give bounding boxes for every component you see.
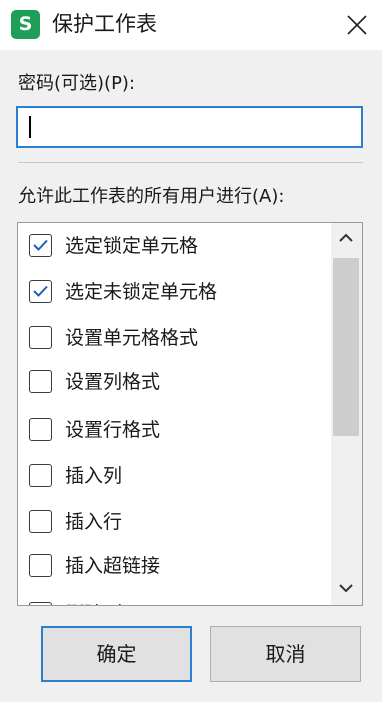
checkbox[interactable] bbox=[29, 326, 52, 349]
list-item-label: 插入行 bbox=[65, 511, 123, 533]
scrollbar-thumb[interactable] bbox=[333, 258, 359, 436]
list-item[interactable]: 选定未锁定单元格 bbox=[18, 269, 330, 315]
list-item-label: 选定锁定单元格 bbox=[65, 235, 199, 257]
checkbox[interactable] bbox=[29, 464, 52, 487]
divider bbox=[18, 162, 363, 163]
chevron-up-icon bbox=[339, 233, 353, 242]
list-item[interactable]: 设置列格式 bbox=[18, 359, 330, 405]
checkmark-icon bbox=[33, 239, 48, 251]
list-item[interactable]: 删除列 bbox=[18, 591, 330, 605]
list-item-label: 设置单元格格式 bbox=[65, 327, 199, 349]
checkbox[interactable] bbox=[29, 602, 52, 605]
list-item[interactable]: 设置单元格格式 bbox=[18, 315, 330, 361]
checkbox[interactable] bbox=[29, 418, 52, 441]
list-item-label: 设置列格式 bbox=[65, 371, 161, 393]
checkbox[interactable] bbox=[29, 280, 52, 303]
checkbox[interactable] bbox=[29, 554, 52, 577]
dialog-title: 保护工作表 bbox=[52, 12, 157, 36]
password-label: 密码(可选)(P): bbox=[18, 73, 136, 94]
close-icon bbox=[347, 15, 367, 35]
checkbox[interactable] bbox=[29, 370, 52, 393]
list-item-label: 删除列 bbox=[65, 601, 122, 605]
list-item[interactable]: 插入超链接 bbox=[18, 543, 330, 589]
checkmark-icon bbox=[33, 285, 48, 297]
app-logo-icon: S bbox=[11, 10, 40, 39]
list-item[interactable]: 选定锁定单元格 bbox=[18, 223, 330, 269]
close-button[interactable] bbox=[332, 0, 382, 50]
checkbox[interactable] bbox=[29, 234, 52, 257]
list-item-label: 插入超链接 bbox=[65, 555, 161, 577]
permissions-list[interactable]: 选定锁定单元格 选定未锁定单元格 设置单元格格式 设置列格式设置行格式插入列插入行插入… bbox=[17, 222, 363, 606]
list-item[interactable]: 插入列 bbox=[18, 453, 330, 499]
list-item[interactable]: 插入行 bbox=[18, 499, 330, 545]
checkbox[interactable] bbox=[29, 510, 52, 533]
scroll-down-button[interactable] bbox=[331, 573, 362, 605]
list-item-label: 插入列 bbox=[65, 465, 123, 487]
list-item[interactable]: 设置行格式 bbox=[18, 407, 330, 453]
vertical-scrollbar[interactable] bbox=[331, 223, 362, 605]
permissions-label: 允许此工作表的所有用户进行(A): bbox=[18, 186, 285, 207]
ok-button[interactable]: 确定 bbox=[41, 626, 192, 682]
scroll-up-button[interactable] bbox=[331, 223, 362, 255]
text-caret bbox=[29, 116, 31, 138]
cancel-button[interactable]: 取消 bbox=[210, 626, 361, 682]
password-input[interactable] bbox=[16, 106, 363, 148]
list-item-label: 设置行格式 bbox=[65, 419, 161, 441]
list-item-label: 选定未锁定单元格 bbox=[65, 281, 218, 303]
chevron-down-icon bbox=[339, 584, 353, 593]
title-bar: S 保护工作表 bbox=[0, 0, 382, 50]
